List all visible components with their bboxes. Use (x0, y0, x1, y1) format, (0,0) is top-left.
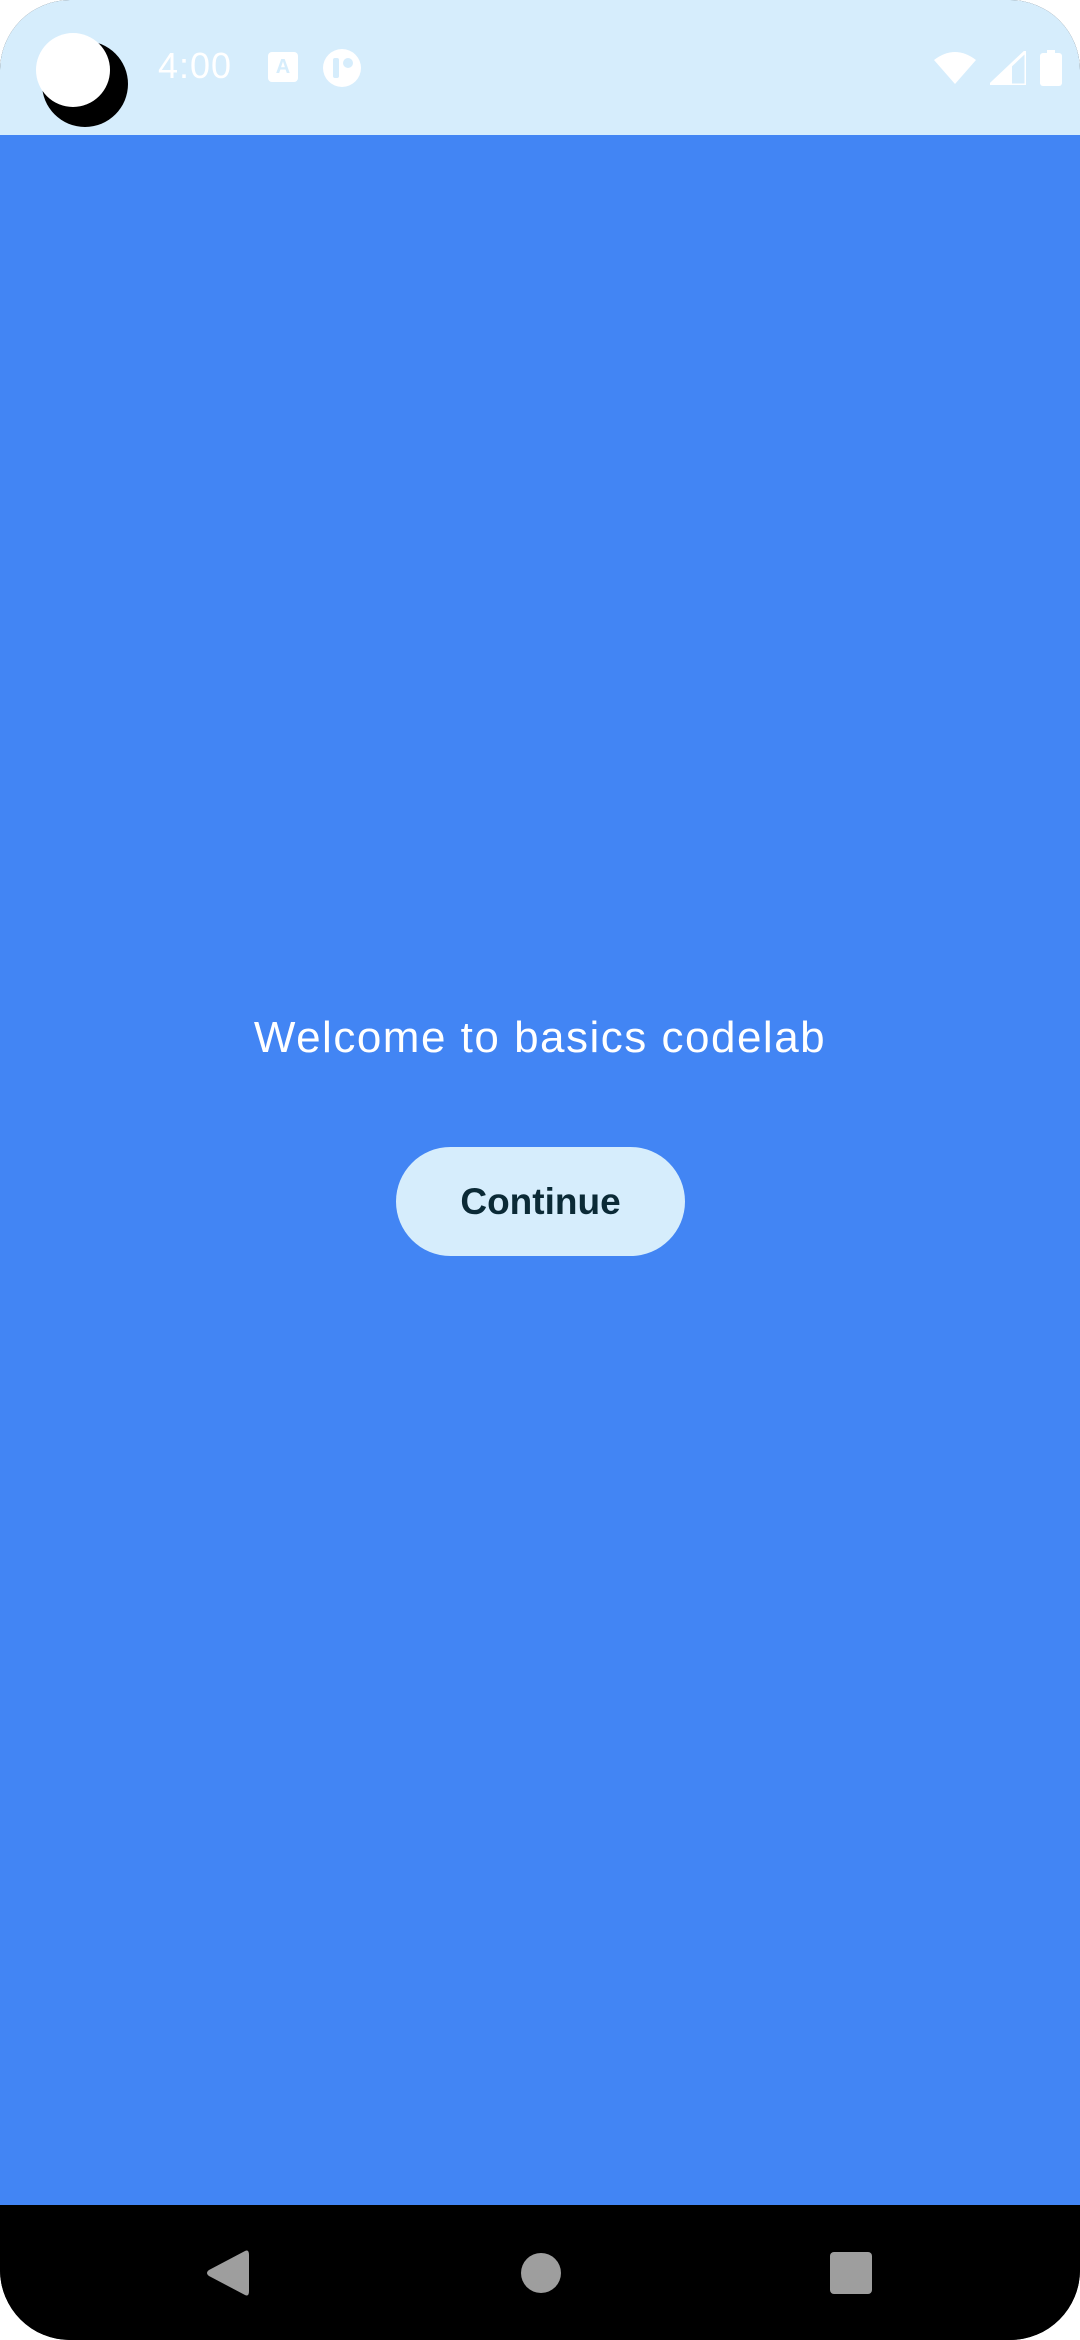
welcome-text: Welcome to basics codelab (253, 1013, 827, 1062)
nav-back-button[interactable] (157, 2205, 297, 2340)
battery-icon (1040, 50, 1062, 86)
continue-button[interactable]: Continue (396, 1147, 685, 1256)
system-status-icons (934, 48, 1062, 88)
device-screen: 4:00 A Welcome to basics codelab Continu… (0, 0, 1080, 2340)
status-time: 4:00 (158, 45, 233, 86)
app-notification-icon (323, 49, 361, 87)
back-triangle-icon (207, 2250, 249, 2295)
home-circle-icon (521, 2252, 561, 2293)
recents-square-icon (830, 2251, 872, 2294)
wifi-icon (934, 52, 976, 84)
camera-cutout-icon (36, 33, 128, 127)
cellular-signal-icon (990, 51, 1026, 85)
nav-home-button[interactable] (471, 2205, 611, 2340)
text-recognition-icon: A (268, 52, 298, 82)
status-bar: 4:00 A (0, 0, 1080, 135)
nav-recents-button[interactable] (781, 2205, 921, 2340)
navigation-bar (0, 2205, 1080, 2340)
